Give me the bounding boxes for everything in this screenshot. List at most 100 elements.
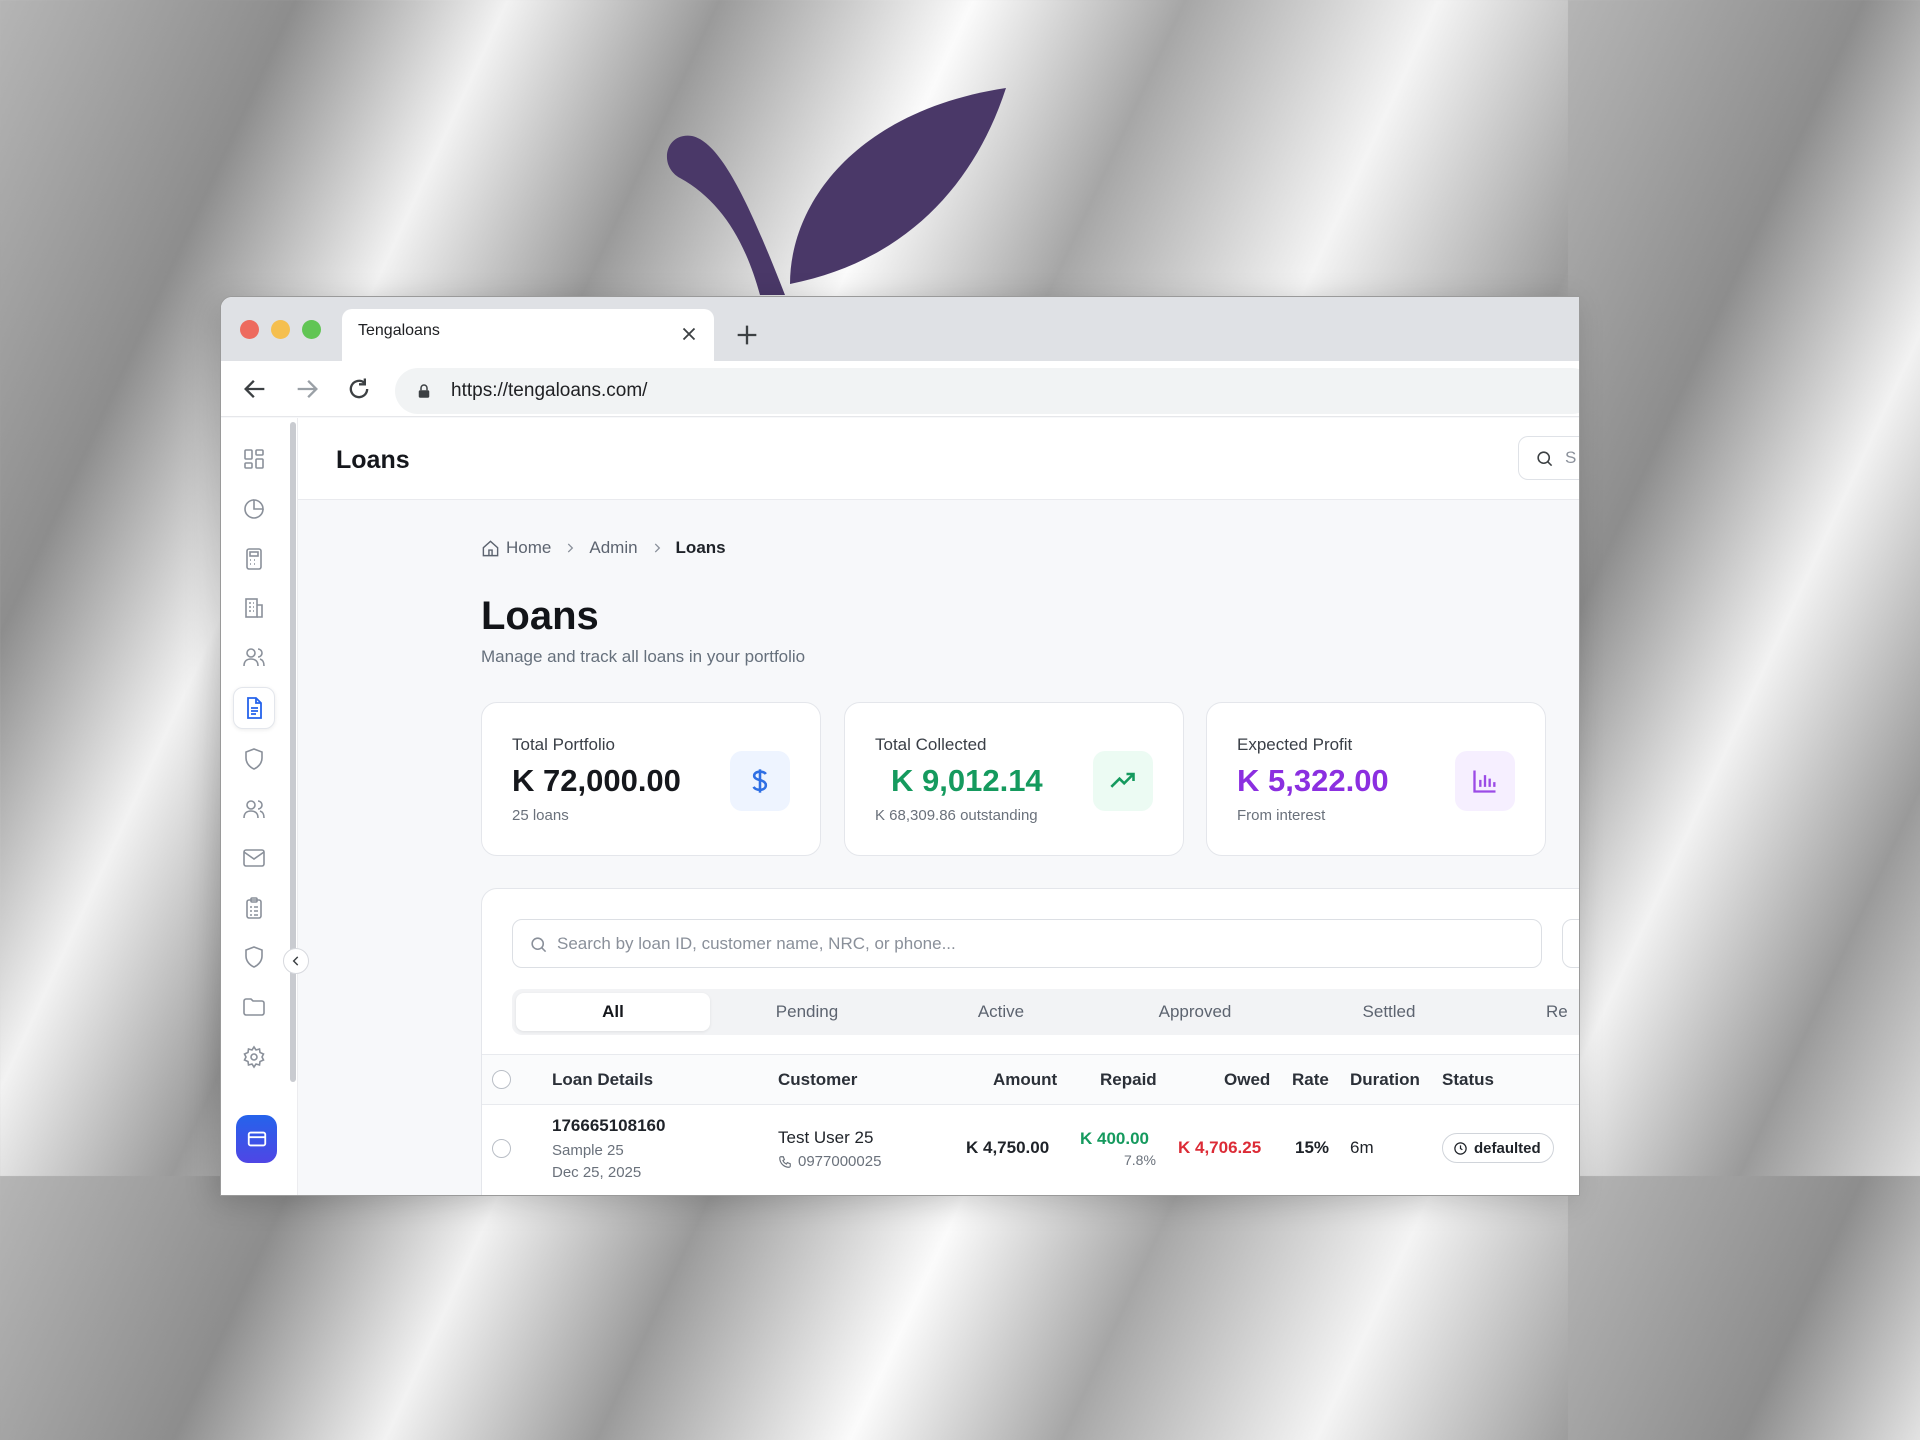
loan-id[interactable]: 176665108160 [552, 1116, 665, 1136]
collapse-sidebar-button[interactable] [283, 948, 309, 974]
stat-card-total-collected: Total Collected K 9,012.14 K 68,309.86 o… [844, 702, 1184, 856]
page-title: Loans [481, 594, 599, 638]
select-all-checkbox[interactable] [492, 1070, 511, 1089]
back-arrow-icon[interactable] [241, 375, 269, 403]
table-header: Loan Details Customer Amount Repaid Owed… [482, 1054, 1579, 1105]
stat-subtext: 25 loans [512, 807, 569, 824]
stat-label: Total Collected [875, 735, 987, 754]
url-text: https://tengaloans.com/ [451, 380, 648, 401]
customer-name[interactable]: Test User 25 [778, 1128, 873, 1148]
stat-icon-box [1455, 751, 1515, 811]
clock-icon [1454, 1141, 1467, 1155]
sidebar-item-dashboard[interactable] [233, 438, 275, 480]
stat-value: K 9,012.14 [891, 763, 1043, 798]
sidebar-item-compliance[interactable] [233, 936, 275, 978]
stat-subtext: From interest [1237, 807, 1326, 824]
browser-tab-title: Tengaloans [358, 322, 440, 339]
loan-owed: K 4,706.25 [1178, 1138, 1262, 1157]
sidebar-item-staff[interactable] [233, 788, 275, 830]
maximize-window-button[interactable] [302, 320, 321, 339]
sidebar-item-reports[interactable] [233, 488, 275, 530]
loans-table-card: All Pending Active Approved Settled Re L… [481, 888, 1579, 1195]
sidebar-item-files[interactable] [233, 986, 275, 1028]
dashboard-icon [244, 449, 264, 469]
sidebar-item-tasks[interactable] [233, 887, 275, 929]
header-duration[interactable]: Duration [1350, 1070, 1420, 1090]
main-content: Loans S Home Admin Loans Loans Manage an… [298, 418, 1579, 1195]
close-window-button[interactable] [240, 320, 259, 339]
minimize-window-button[interactable] [271, 320, 290, 339]
header-repaid[interactable]: Repaid [1100, 1070, 1157, 1090]
breadcrumb: Home Admin Loans [481, 538, 726, 558]
forward-arrow-icon[interactable] [293, 375, 321, 403]
tab-pending[interactable]: Pending [710, 993, 904, 1031]
header-customer[interactable]: Customer [778, 1070, 857, 1090]
chevron-right-icon [568, 543, 574, 553]
sidebar-item-settings[interactable] [233, 1036, 275, 1078]
status-text: defaulted [1474, 1139, 1541, 1157]
sidebar-item-calculator[interactable] [233, 538, 275, 580]
filter-button[interactable] [1562, 919, 1579, 968]
document-icon [247, 697, 262, 719]
breadcrumb-admin[interactable]: Admin [589, 538, 637, 558]
sidebar-item-customers[interactable] [233, 636, 275, 678]
shield-icon [245, 748, 263, 770]
leaf-logo-art [666, 88, 1006, 295]
row-checkbox[interactable] [492, 1139, 511, 1158]
header-rate[interactable]: Rate [1292, 1070, 1329, 1090]
header-search-button[interactable]: S [1518, 436, 1579, 480]
header-title: Loans [336, 446, 410, 474]
close-icon[interactable] [678, 323, 700, 345]
clipboard-icon [246, 897, 262, 919]
stat-card-expected-profit: Expected Profit K 5,322.00 From interest [1206, 702, 1546, 856]
sidebar [221, 418, 309, 1195]
tab-settled[interactable]: Settled [1292, 993, 1486, 1031]
browser-window: Tengaloans https://tengaloans.com/ Loans… [220, 296, 1580, 1196]
sidebar-item-loans[interactable] [233, 687, 275, 729]
dollar-icon [752, 769, 768, 793]
tab-active[interactable]: Active [904, 993, 1098, 1031]
stat-label: Expected Profit [1237, 735, 1353, 754]
header-loan-details[interactable]: Loan Details [552, 1070, 653, 1090]
lock-icon [418, 384, 430, 398]
trending-up-icon [1110, 772, 1135, 788]
breadcrumb-current: Loans [675, 538, 726, 557]
loan-sample: Sample 25 [552, 1142, 624, 1159]
calculator-icon [246, 548, 262, 570]
loan-repaid: K 400.00 [1080, 1129, 1149, 1148]
chevron-left-icon [292, 956, 299, 966]
breadcrumb-home[interactable]: Home [506, 538, 551, 558]
tab-all[interactable]: All [516, 993, 710, 1031]
sidebar-app-button[interactable] [236, 1115, 277, 1163]
sidebar-item-branches[interactable] [233, 587, 275, 629]
new-tab-plus-icon[interactable] [733, 321, 761, 349]
mail-icon [243, 849, 265, 867]
loan-repaid-percent: 7.8% [1124, 1152, 1156, 1168]
header-status[interactable]: Status [1442, 1070, 1494, 1090]
tab-re[interactable]: Re [1486, 993, 1579, 1031]
loan-search-input[interactable] [557, 920, 1517, 967]
header-owed[interactable]: Owed [1224, 1070, 1270, 1090]
stat-value: K 72,000.00 [512, 763, 681, 798]
browser-tab[interactable]: Tengaloans [342, 309, 714, 361]
browser-tab-bar: Tengaloans [221, 297, 1579, 361]
loan-search-field[interactable] [512, 919, 1542, 968]
loan-duration: 6m [1350, 1138, 1374, 1157]
stat-icon-box [1093, 751, 1153, 811]
reload-icon[interactable] [345, 375, 373, 403]
loan-rate: 15% [1295, 1138, 1330, 1157]
building-icon [245, 598, 263, 618]
top-header: Loans S [298, 418, 1579, 500]
address-bar[interactable]: https://tengaloans.com/ [395, 368, 1579, 414]
table-row[interactable]: 176665108160 Sample 25 Dec 25, 2025 Test… [482, 1105, 1579, 1195]
users-icon [243, 648, 265, 667]
sidebar-item-security[interactable] [233, 738, 275, 780]
sidebar-item-messages[interactable] [233, 837, 275, 879]
header-search-placeholder: S [1565, 448, 1577, 467]
sidebar-scrollbar[interactable] [290, 422, 296, 1082]
tab-approved[interactable]: Approved [1098, 993, 1292, 1031]
stat-value: K 5,322.00 [1237, 763, 1389, 798]
status-filter-tabs: All Pending Active Approved Settled Re [512, 989, 1579, 1035]
header-amount[interactable]: Amount [993, 1070, 1057, 1090]
page-subtitle: Manage and track all loans in your portf… [481, 647, 806, 666]
